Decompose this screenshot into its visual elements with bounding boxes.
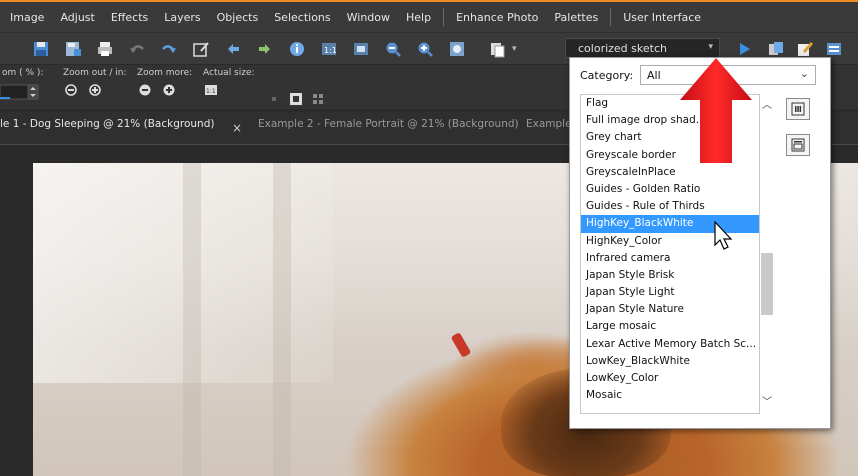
- zoom-out-in-group: Zoom out / in:: [63, 68, 127, 98]
- scrollbar-thumb[interactable]: [761, 253, 773, 315]
- actual-size-label: Actual size:: [203, 68, 255, 78]
- list-item[interactable]: Mosaic: [581, 387, 759, 404]
- grid-view-icon[interactable]: [310, 91, 326, 107]
- zoom-in-icon[interactable]: [87, 82, 103, 98]
- zoom-out-icon[interactable]: [63, 82, 79, 98]
- close-icon[interactable]: ×: [232, 121, 242, 135]
- menu-effects[interactable]: Effects: [103, 11, 156, 24]
- menu-palettes[interactable]: Palettes: [546, 11, 606, 24]
- menu-bar: Image Adjust Effects Layers Objects Sele…: [0, 2, 858, 32]
- zoom-percent-label: om ( % ):: [2, 68, 44, 78]
- list-item[interactable]: Lexar Active Memory Batch Sc...: [581, 336, 759, 353]
- zoom-in-icon[interactable]: [412, 36, 438, 62]
- paste-icon[interactable]: [484, 36, 510, 62]
- rotate-left-icon[interactable]: [220, 36, 246, 62]
- menu-user-interface[interactable]: User Interface: [615, 11, 709, 24]
- list-item[interactable]: Guides - Rule of Thirds: [581, 198, 759, 215]
- menu-enhance-photo[interactable]: Enhance Photo: [448, 11, 546, 24]
- menu-separator: [443, 8, 445, 26]
- preset-select-value: colorized sketch: [578, 41, 667, 55]
- list-item[interactable]: LowKey_Color: [581, 370, 759, 387]
- tab-dog-sleeping[interactable]: le 1 - Dog Sleeping @ 21% (Background): [0, 118, 214, 138]
- redo-icon[interactable]: [156, 36, 182, 62]
- zoom-more-out-icon[interactable]: [137, 82, 153, 98]
- zoom-percent-group: om ( % ):: [2, 68, 43, 78]
- chevron-up-icon[interactable]: ︿: [760, 96, 774, 111]
- zoom-out-icon[interactable]: [380, 36, 406, 62]
- chevron-down-icon[interactable]: ﹀: [760, 393, 774, 408]
- zoom-out-in-label: Zoom out / in:: [63, 68, 127, 78]
- batch-preset-select[interactable]: colorized sketch ▾: [565, 38, 720, 58]
- zoom-percent-spinner[interactable]: [0, 83, 40, 101]
- menu-layers[interactable]: Layers: [156, 11, 208, 24]
- save-icon[interactable]: [28, 36, 54, 62]
- tab-example-3[interactable]: Example: [526, 118, 572, 138]
- list-item[interactable]: Japan Style Light: [581, 284, 759, 301]
- zoom-more-group: Zoom more:: [137, 68, 192, 98]
- list-item[interactable]: LowKey_BlackWhite: [581, 353, 759, 370]
- full-screen-icon[interactable]: [444, 36, 470, 62]
- list-item[interactable]: GreyscaleInPlace: [581, 164, 759, 181]
- menu-objects[interactable]: Objects: [209, 11, 267, 24]
- menu-help[interactable]: Help: [398, 11, 439, 24]
- menu-window[interactable]: Window: [339, 11, 398, 24]
- menu-separator: [610, 8, 612, 26]
- paste-dropdown-caret[interactable]: ▾: [512, 44, 517, 54]
- menu-image[interactable]: Image: [0, 11, 52, 24]
- actual-size-icon[interactable]: 1:1: [316, 36, 342, 62]
- select-preset-icon[interactable]: [786, 98, 810, 120]
- list-item[interactable]: Guides - Golden Ratio: [581, 181, 759, 198]
- list-item[interactable]: Large mosaic: [581, 318, 759, 335]
- actual-size-icon[interactable]: 1:1: [203, 82, 219, 98]
- list-item[interactable]: Japan Style Brisk: [581, 267, 759, 284]
- menu-selections[interactable]: Selections: [266, 11, 338, 24]
- list-item[interactable]: Infrared camera: [581, 250, 759, 267]
- tab-female-portrait[interactable]: Example 2 - Female Portrait @ 21% (Backg…: [258, 118, 519, 138]
- undo-icon[interactable]: [124, 36, 150, 62]
- chevron-down-icon[interactable]: ▾: [708, 42, 713, 52]
- menu-adjust[interactable]: Adjust: [52, 11, 102, 24]
- category-select-value: All: [647, 68, 661, 82]
- save-as-icon[interactable]: [60, 36, 86, 62]
- zoom-more-label: Zoom more:: [137, 68, 193, 78]
- pan-dot-icon[interactable]: [266, 91, 282, 107]
- overview-icon[interactable]: [288, 91, 304, 107]
- annotation-arrow-icon: [680, 58, 752, 163]
- actual-size-group: Actual size: 1:1: [203, 68, 255, 98]
- list-item[interactable]: Japan Style Nature: [581, 301, 759, 318]
- svg-text:1:1: 1:1: [206, 88, 216, 95]
- edit-selection-icon[interactable]: [188, 36, 214, 62]
- print-icon[interactable]: [92, 36, 118, 62]
- fit-window-icon[interactable]: [348, 36, 374, 62]
- info-icon[interactable]: [284, 36, 310, 62]
- svg-text:1:1: 1:1: [324, 46, 337, 55]
- rotate-right-icon[interactable]: [252, 36, 278, 62]
- category-label: Category:: [580, 69, 634, 82]
- mouse-pointer-icon: [714, 221, 733, 250]
- edit-preset-button-icon[interactable]: [786, 134, 810, 156]
- zoom-more-in-icon[interactable]: [161, 82, 177, 98]
- chevron-down-icon[interactable]: ⌄: [800, 67, 809, 80]
